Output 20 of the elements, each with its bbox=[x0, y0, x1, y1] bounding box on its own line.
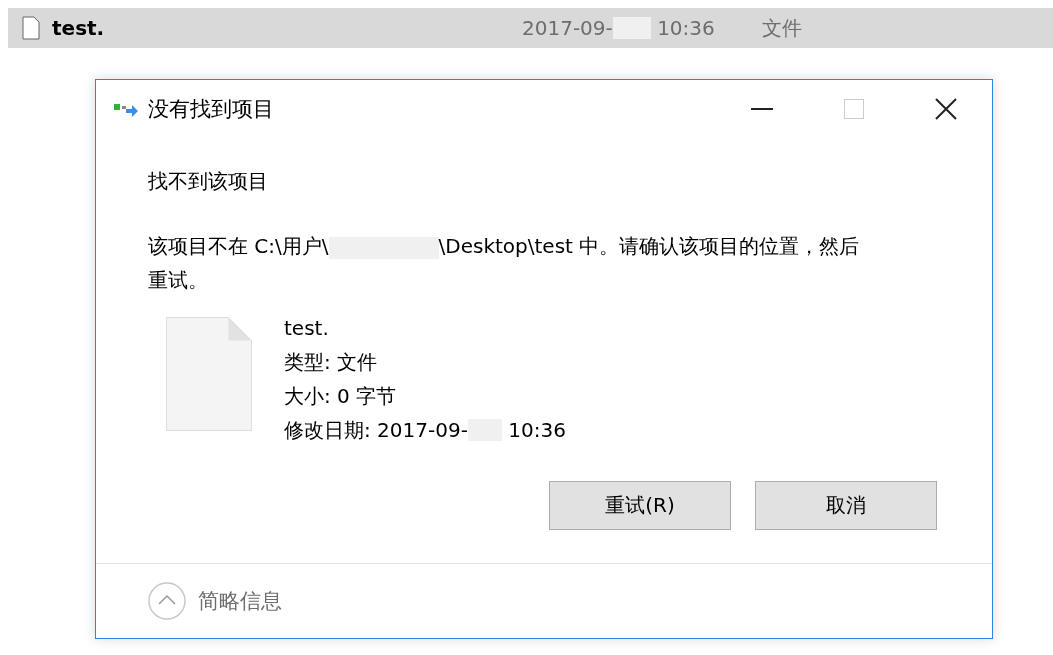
error-message: 该项目不在 C:\用户\ \Desktop\test 中。请确认该项目的位置，然后重试。 bbox=[148, 233, 861, 294]
cancel-button[interactable]: 取消 bbox=[755, 481, 937, 530]
file-name: test. bbox=[284, 315, 330, 342]
file-type: 文件 bbox=[762, 14, 802, 42]
maximize-icon bbox=[844, 99, 864, 119]
file-row[interactable]: test. 2017-09- 10:36 文件 bbox=[8, 8, 1053, 48]
file-modified: 修改日期: 2017-09- 10:36 bbox=[284, 417, 566, 444]
file-date: 2017-09- 10:36 bbox=[522, 16, 716, 40]
close-icon bbox=[935, 98, 957, 120]
file-icon bbox=[22, 16, 40, 40]
app-icon bbox=[114, 101, 138, 117]
file-name: test. bbox=[52, 16, 106, 40]
window-title: 没有找到项目 bbox=[148, 96, 275, 123]
retry-button[interactable]: 重试(R) bbox=[549, 481, 731, 530]
error-heading: 找不到该项目 bbox=[148, 168, 269, 195]
file-type: 类型: 文件 bbox=[284, 349, 379, 376]
file-size: 大小: 0 字节 bbox=[284, 383, 398, 410]
minimize-icon bbox=[751, 108, 773, 110]
file-icon bbox=[166, 317, 252, 431]
details-toggle[interactable]: 简略信息 bbox=[148, 582, 282, 620]
